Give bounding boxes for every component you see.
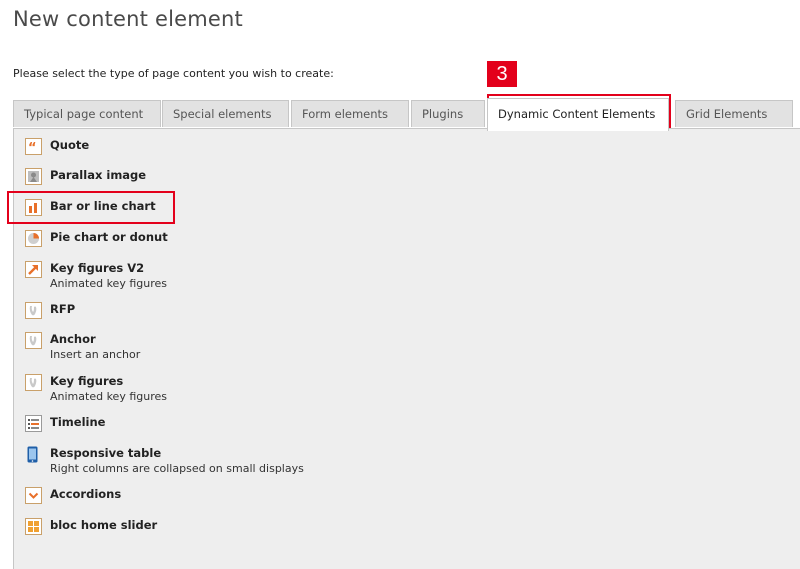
page-title: New content element [13, 7, 243, 31]
tab-form-elements[interactable]: Form elements [291, 100, 409, 127]
typo3-logo-icon [25, 332, 42, 349]
parallax-image-icon [25, 168, 42, 185]
item-title: Pie chart or donut [50, 230, 168, 244]
item-description: Animated key figures [50, 390, 167, 403]
item-description: Right columns are collapsed on small dis… [50, 462, 304, 475]
callout-number-badge: 3 [487, 61, 517, 87]
tab-plugins[interactable]: Plugins [411, 100, 485, 127]
item-title: Accordions [50, 487, 122, 501]
chevron-down-icon [25, 487, 42, 504]
tab-special-elements[interactable]: Special elements [162, 100, 289, 127]
item-title: Responsive table [50, 446, 162, 460]
item-title: Parallax image [50, 168, 147, 182]
timeline-list-icon [25, 415, 42, 432]
item-title: Timeline [50, 415, 106, 429]
tab-typical-page-content[interactable]: Typical page content [13, 100, 161, 127]
arrow-up-right-icon [25, 261, 42, 278]
item-title: Anchor [50, 332, 96, 346]
item-title: Bar or line chart [50, 199, 156, 213]
mobile-phone-icon [25, 446, 42, 463]
slider-grid-icon [25, 518, 42, 535]
item-description: Insert an anchor [50, 348, 141, 361]
typo3-logo-icon [25, 302, 42, 319]
item-title: bloc home slider [50, 518, 158, 532]
item-title: Key figures V2 [50, 261, 145, 275]
item-title: Quote [50, 138, 90, 152]
instruction-text: Please select the type of page content y… [13, 67, 334, 80]
item-title: Key figures [50, 374, 124, 388]
content-elements-panel: “ Quote Parallax image Bar or line chart [13, 128, 800, 569]
content-type-tabs: Typical page content Special elements Fo… [0, 98, 800, 131]
tab-grid-elements[interactable]: Grid Elements [675, 100, 793, 127]
item-description: Animated key figures [50, 277, 167, 290]
svg-text:“: “ [28, 141, 37, 154]
pie-chart-icon [25, 230, 42, 247]
typo3-logo-icon [25, 374, 42, 391]
bar-chart-icon [25, 199, 42, 216]
tab-dynamic-content-elements[interactable]: Dynamic Content Elements [487, 98, 669, 131]
item-title: RFP [50, 302, 76, 316]
quote-icon: “ [25, 138, 42, 156]
